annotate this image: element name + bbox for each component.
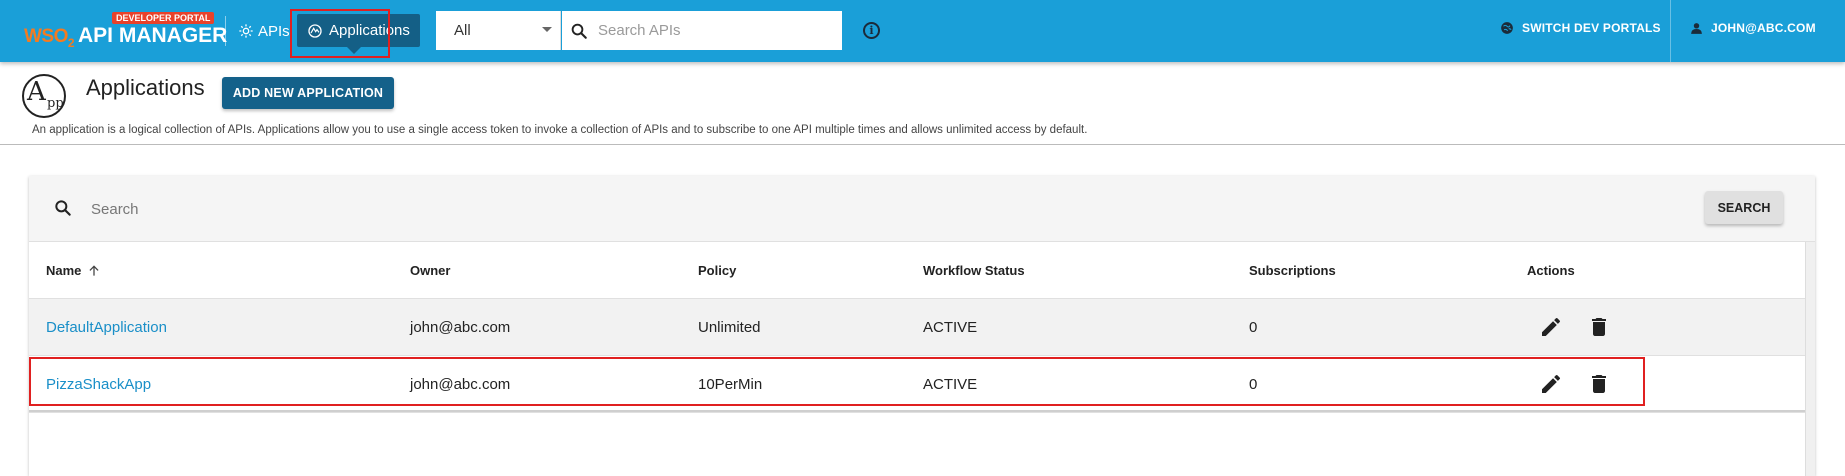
highlight-pizzashackapp-row: [29, 357, 1645, 406]
sort-arrow-up-icon: [89, 264, 99, 276]
table-search-button[interactable]: SEARCH: [1705, 191, 1783, 224]
applications-logo-icon: A pp: [22, 74, 66, 118]
developer-portal-badge: DEVELOPER PORTAL: [112, 12, 215, 24]
table-bottom-scrollbar[interactable]: [29, 410, 1805, 412]
application-subscriptions: 0: [1249, 319, 1258, 336]
header-divider: [1670, 0, 1671, 62]
column-header-name-label: Name: [46, 263, 82, 278]
person-icon: [1691, 22, 1702, 34]
logo-wso2-text: WSO2: [24, 26, 75, 50]
user-menu-button[interactable]: JOHN@ABC.COM: [1690, 21, 1816, 35]
column-header-subscriptions[interactable]: Subscriptions: [1249, 263, 1336, 278]
table-search-input[interactable]: [91, 196, 691, 222]
switch-dev-portals-button[interactable]: SWITCH DEV PORTALS: [1500, 21, 1661, 35]
column-header-owner[interactable]: Owner: [410, 263, 450, 278]
application-owner: john@abc.com: [410, 319, 511, 336]
applications-table-card: SEARCH Name Owner Policy Workflow Status…: [29, 176, 1815, 476]
add-new-application-button[interactable]: ADD NEW APPLICATION: [222, 77, 394, 109]
column-header-actions: Actions: [1527, 263, 1575, 278]
top-app-bar: WSO2 API MANAGER DEVELOPER PORTAL APIs A…: [0, 0, 1845, 62]
header-divider: [225, 16, 226, 46]
user-menu-label: JOHN@ABC.COM: [1711, 21, 1816, 35]
highlight-applications-nav: [290, 9, 390, 58]
search-scope-select[interactable]: All: [436, 11, 561, 50]
delete-trash-icon[interactable]: [1587, 315, 1611, 339]
vertical-scrollbar[interactable]: [1805, 242, 1815, 476]
api-search-box: [562, 11, 842, 50]
caret-down-icon: [542, 27, 552, 32]
column-header-policy[interactable]: Policy: [698, 263, 736, 278]
switch-dev-portals-label: SWITCH DEV PORTALS: [1522, 21, 1661, 35]
application-name-link[interactable]: DefaultApplication: [46, 319, 167, 336]
gear-icon: [239, 24, 253, 38]
globe-icon: [1501, 22, 1513, 34]
search-icon: [571, 23, 587, 39]
nav-apis-label: APIs: [258, 22, 290, 40]
page-description: An application is a logical collection o…: [32, 124, 1088, 136]
info-icon[interactable]: i: [863, 22, 880, 39]
wso2-api-manager-logo[interactable]: WSO2 API MANAGER DEVELOPER PORTAL: [24, 12, 227, 54]
logo-product-name: API MANAGER: [78, 24, 228, 47]
title-divider: [0, 144, 1845, 145]
application-policy: Unlimited: [698, 319, 761, 336]
page-title: Applications: [86, 75, 205, 100]
table-header-row: Name Owner Policy Workflow Status Subscr…: [29, 242, 1805, 299]
application-workflow-status: ACTIVE: [923, 319, 978, 336]
nav-apis-link[interactable]: APIs: [238, 17, 290, 45]
api-search-input[interactable]: [598, 22, 818, 39]
search-scope-value: All: [454, 22, 471, 39]
table-toolbar: SEARCH: [29, 176, 1815, 242]
search-icon: [55, 200, 71, 216]
table-row: DefaultApplication john@abc.com Unlimite…: [29, 299, 1805, 356]
column-header-workflow-status[interactable]: Workflow Status: [923, 263, 1025, 278]
edit-pencil-icon[interactable]: [1539, 315, 1563, 339]
column-header-name[interactable]: Name: [46, 263, 101, 278]
